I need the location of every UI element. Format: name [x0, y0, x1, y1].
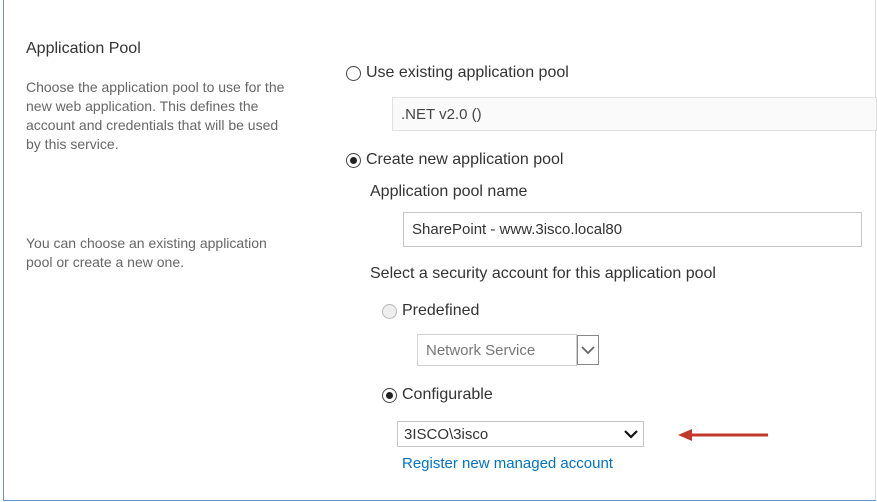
section-title: Application Pool [26, 40, 141, 57]
use-existing-pool-radio[interactable] [346, 66, 361, 81]
existing-pool-select[interactable]: .NET v2.0 () [392, 97, 877, 131]
settings-panel: Application Pool Choose the application … [3, 0, 877, 501]
predefined-label: Predefined [402, 302, 480, 319]
predefined-dropdown-arrow[interactable] [577, 335, 599, 365]
configurable-account-select[interactable]: 3ISCO\3isco [397, 421, 644, 447]
chevron-down-icon [581, 346, 595, 355]
pool-name-input[interactable]: SharePoint - www.3isco.local80 [403, 212, 862, 247]
pool-name-value: SharePoint - www.3isco.local80 [412, 221, 623, 238]
configurable-account-value: 3ISCO\3isco [404, 425, 489, 443]
pool-name-label: Application pool name [370, 183, 528, 200]
annotation-arrow-icon [678, 429, 768, 441]
section-description-choice: You can choose an existing application p… [26, 235, 267, 270]
chevron-down-icon [623, 429, 638, 439]
use-existing-pool-label: Use existing application pool [366, 64, 569, 81]
create-new-pool-label: Create new application pool [366, 151, 564, 168]
predefined-account-select[interactable]: Network Service [417, 334, 577, 366]
predefined-account-value: Network Service [426, 341, 536, 359]
create-new-pool-radio[interactable] [346, 153, 361, 168]
security-account-prompt: Select a security account for this appli… [370, 265, 716, 282]
configurable-dropdown-arrow[interactable] [620, 423, 641, 444]
configurable-radio[interactable] [382, 388, 397, 403]
existing-pool-value: .NET v2.0 () [401, 105, 482, 123]
predefined-radio[interactable] [382, 304, 397, 319]
configurable-label: Configurable [402, 386, 493, 403]
section-description: Choose the application pool to use for t… [26, 79, 285, 152]
register-managed-account-link[interactable]: Register new managed account [402, 455, 613, 472]
